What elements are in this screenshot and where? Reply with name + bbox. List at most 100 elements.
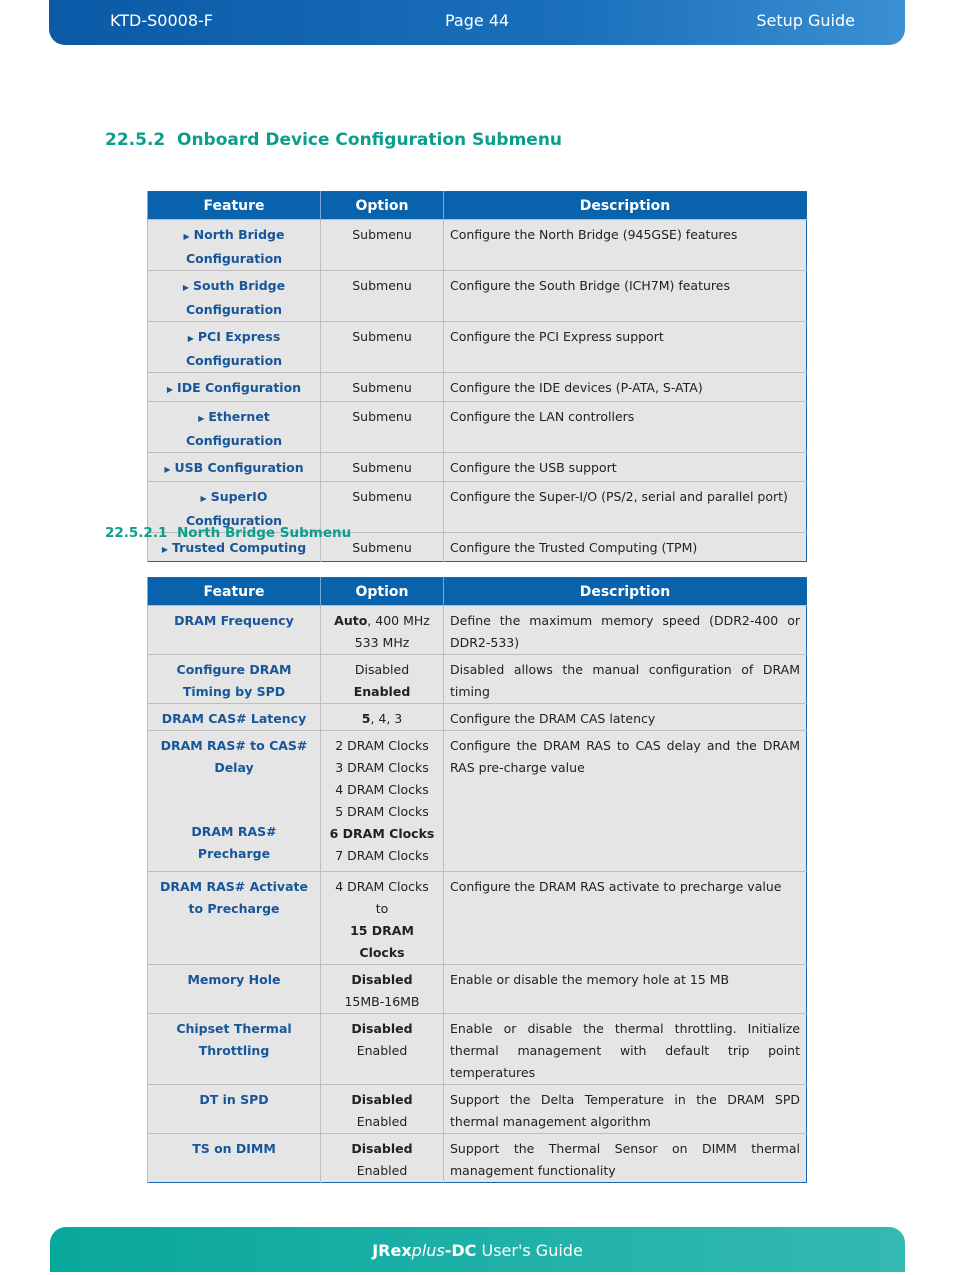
option-text: Disabled bbox=[351, 972, 413, 987]
page-number: Page 44 bbox=[445, 11, 510, 30]
option-text: 2 DRAM Clocks bbox=[335, 738, 429, 753]
col-feature: Feature bbox=[147, 191, 321, 220]
option-cell: Disabled Enabled bbox=[320, 1013, 444, 1085]
option-text: 15 DRAM Clocks bbox=[350, 923, 414, 960]
description-cell: Enable or disable the thermal throttling… bbox=[443, 1013, 807, 1085]
table-row: TS on DIMM Disabled Enabled Support the The… bbox=[147, 1133, 807, 1183]
description-cell: Configure the USB support bbox=[443, 452, 807, 482]
description-cell: Configure the DRAM RAS activate to prech… bbox=[443, 871, 807, 965]
feature-cell: DRAM RAS# Activate to Precharge bbox=[147, 871, 321, 965]
option-line: Disabled bbox=[327, 659, 437, 681]
option-line: 15 DRAM Clocks bbox=[327, 920, 437, 964]
description-cell: Configure the IDE devices (P-ATA, S-ATA) bbox=[443, 372, 807, 402]
option-text: 3 DRAM Clocks bbox=[335, 760, 429, 775]
table-row: DT in SPD Disabled Enabled Support the Delt… bbox=[147, 1084, 807, 1134]
option-text: Disabled bbox=[351, 1021, 413, 1036]
subsection-title: North Bridge Submenu bbox=[177, 525, 352, 541]
feature-label[interactable]: DT in SPD bbox=[154, 1089, 314, 1111]
option-cell: Disabled 15MB-16MB bbox=[320, 964, 444, 1014]
feature-label[interactable]: DRAM RAS# to CAS# Delay bbox=[154, 735, 314, 779]
feature-line: ▶ South Bridge bbox=[154, 275, 314, 299]
feature-cell: DRAM Frequency bbox=[147, 605, 321, 655]
feature-link[interactable]: ▶ PCI Express Configuration bbox=[147, 321, 321, 373]
feature-label: Configuration bbox=[185, 353, 283, 368]
feature-label: South Bridge bbox=[193, 278, 286, 293]
option-cell: Disabled Enabled bbox=[320, 654, 444, 704]
option-text: Enabled bbox=[356, 1163, 408, 1178]
table-row: ▶ Ethernet Configuration Submenu Configure … bbox=[147, 401, 807, 453]
feature-label[interactable]: DRAM CAS# Latency bbox=[154, 708, 314, 730]
option-line: to bbox=[327, 898, 437, 920]
option-cell: Submenu bbox=[320, 321, 444, 373]
option-text: Disabled bbox=[354, 662, 410, 677]
option-text: Enabled bbox=[356, 1043, 408, 1058]
triangle-right-icon: ▶ bbox=[198, 414, 205, 423]
option-cell: Submenu bbox=[320, 372, 444, 402]
table-row: Configure DRAM Timing by SPD Disabled Enab… bbox=[147, 654, 807, 704]
col-option: Option bbox=[320, 577, 444, 606]
col-feature: Feature bbox=[147, 577, 321, 606]
feature-link[interactable]: ▶ South Bridge Configuration bbox=[147, 270, 321, 322]
feature-label[interactable]: Chipset Thermal Throttling bbox=[154, 1018, 314, 1062]
option-line: Enabled bbox=[327, 1111, 437, 1133]
triangle-right-icon: ▶ bbox=[200, 494, 207, 503]
table-row: DRAM Frequency Auto, 400 MHz 533 MHz Define… bbox=[147, 605, 807, 655]
option-text: Enabled bbox=[356, 1114, 408, 1129]
description-cell: Enable or disable the memory hole at 15 … bbox=[443, 964, 807, 1014]
feature-label[interactable]: TS on DIMM bbox=[154, 1138, 314, 1160]
description-cell: Support the Delta Temperature in the DRA… bbox=[443, 1084, 807, 1134]
section-number: 22.5.2 bbox=[105, 130, 166, 150]
table-row: ▶ North Bridge Configuration Submenu Configu… bbox=[147, 219, 807, 271]
description-cell: Configure the North Bridge (945GSE) feat… bbox=[443, 219, 807, 271]
description-cell: Configure the DRAM CAS latency bbox=[443, 703, 807, 731]
page-header: KTD-S0008-F Page 44 Setup Guide bbox=[49, 0, 905, 45]
option-line: 2 DRAM Clocks bbox=[327, 735, 437, 757]
feature-label[interactable]: Memory Hole bbox=[154, 969, 314, 991]
option-line: Disabled bbox=[327, 969, 437, 991]
triangle-right-icon: ▶ bbox=[161, 545, 168, 554]
col-option: Option bbox=[320, 191, 444, 220]
feature-link[interactable]: ▶ North Bridge Configuration bbox=[147, 219, 321, 271]
feature-label: Configuration bbox=[185, 302, 283, 317]
feature-label[interactable]: DRAM RAS# Precharge bbox=[154, 821, 314, 865]
description-cell: Define the maximum memory speed (DDR2-40… bbox=[443, 605, 807, 655]
feature-cell: Memory Hole bbox=[147, 964, 321, 1014]
feature-link[interactable]: ▶ Ethernet Configuration bbox=[147, 401, 321, 453]
col-description: Description bbox=[443, 191, 807, 220]
feature-label: Trusted Computing bbox=[172, 540, 307, 555]
option-text: Disabled bbox=[351, 1141, 413, 1156]
option-line: 6 DRAM Clocks bbox=[327, 823, 437, 845]
feature-label[interactable]: DRAM Frequency bbox=[154, 610, 314, 632]
description-cell: Configure the Super-I/O (PS/2, serial an… bbox=[443, 481, 807, 533]
triangle-right-icon: ▶ bbox=[166, 385, 174, 394]
feature-line: ▶ IDE Configuration bbox=[154, 377, 314, 401]
page-footer: JRexplus-DC User's Guide bbox=[50, 1227, 905, 1272]
feature-link[interactable]: ▶ USB Configuration bbox=[147, 452, 321, 482]
feature-label[interactable]: DRAM RAS# Activate to Precharge bbox=[154, 876, 314, 920]
option-line: 4 DRAM Clocks bbox=[327, 779, 437, 801]
subsection-heading: 22.5.2.1 North Bridge Submenu bbox=[105, 525, 351, 541]
feature-link[interactable]: ▶ IDE Configuration bbox=[147, 372, 321, 402]
feature-cell: TS on DIMM bbox=[147, 1133, 321, 1183]
feature-label[interactable]: Configure DRAM Timing by SPD bbox=[154, 659, 314, 703]
option-text: , 400 MHz bbox=[367, 613, 430, 628]
option-line: 533 MHz bbox=[327, 632, 437, 654]
feature-cell: Chipset Thermal Throttling bbox=[147, 1013, 321, 1085]
feature-cell: DRAM CAS# Latency bbox=[147, 703, 321, 731]
doc-id: KTD-S0008-F bbox=[110, 11, 213, 30]
option-cell: 5, 4, 3 bbox=[320, 703, 444, 731]
option-text: 533 MHz bbox=[354, 635, 410, 650]
option-text: 5 DRAM Clocks bbox=[335, 804, 429, 819]
option-text: , 4, 3 bbox=[370, 711, 403, 726]
description-cell: Configure the DRAM RAS to CAS delay and … bbox=[443, 730, 807, 872]
option-line: 4 DRAM Clocks bbox=[327, 876, 437, 898]
feature-line: Configuration bbox=[154, 350, 314, 372]
option-line: Enabled bbox=[327, 681, 437, 703]
option-text: 15MB-16MB bbox=[344, 994, 420, 1009]
description-cell: Disabled allows the manual configuration… bbox=[443, 654, 807, 704]
feature-label: USB Configuration bbox=[174, 460, 304, 475]
option-line: Auto, 400 MHz bbox=[327, 610, 437, 632]
section-title: Onboard Device Configuration Submenu bbox=[177, 130, 563, 150]
table-row: DRAM RAS# to CAS# Delay DRAM RAS# Prechar… bbox=[147, 730, 807, 872]
feature-cell: DRAM RAS# to CAS# Delay DRAM RAS# Prechar… bbox=[147, 730, 321, 872]
